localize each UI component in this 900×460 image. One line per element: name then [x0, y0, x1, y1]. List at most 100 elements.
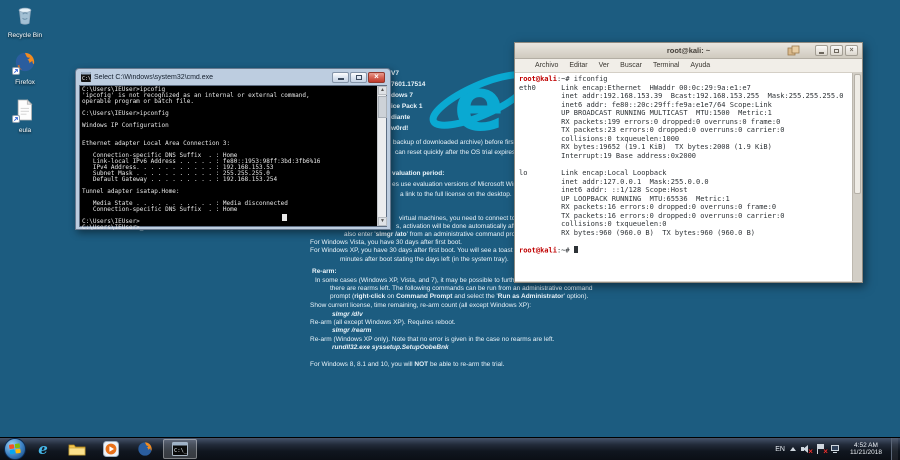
kali-terminal-text: root@kali:~# ifconfigeth0 Link encap:Eth… [519, 75, 851, 281]
desktop-icon-label: Firefox [2, 79, 48, 86]
wallpaper-text-line: prompt (right-click on Command Prompt an… [330, 293, 588, 300]
package-icon [787, 45, 800, 57]
folder-icon [68, 442, 86, 456]
maximize-button[interactable] [830, 45, 843, 56]
desktop-icon-label: Recycle Bin [2, 32, 48, 39]
wallpaper-text-line: valuation period: [392, 170, 444, 177]
taskbar-cmd-active[interactable]: C:\_ [163, 439, 197, 459]
cmd-icon: C:\ [81, 72, 91, 82]
wallpaper-text-line: minutes after boot stating the days left… [340, 256, 509, 263]
internet-explorer-icon: e [38, 442, 48, 457]
terminal-line [519, 237, 851, 246]
wallpaper-text-line: can reset quickly after the OS trial exp… [395, 149, 517, 156]
volume-muted-icon[interactable]: × [801, 444, 811, 454]
taskbar-media-player[interactable] [94, 438, 128, 460]
menu-item-ver[interactable]: Ver [599, 62, 610, 69]
wallpaper-text-line: slmgr /dlv [332, 311, 363, 318]
menu-item-terminal[interactable]: Terminal [653, 62, 679, 69]
terminal-line: RX bytes:19652 (19.1 KiB) TX bytes:2008 … [519, 143, 851, 152]
cmd-titlebar[interactable]: C:\ Select C:\Windows\system32\cmd.exe × [79, 69, 387, 85]
taskbar-clock[interactable]: 4:52 AM 11/21/2018 [846, 442, 886, 457]
scroll-down-button[interactable]: ▼ [378, 217, 387, 226]
wallpaper-text-line: For Windows XP, you have 30 days after f… [310, 247, 527, 254]
start-button[interactable] [4, 438, 26, 460]
terminal-line: Interrupt:19 Base address:0x2000 [519, 152, 851, 161]
kali-terminal[interactable]: root@kali:~# ifconfigeth0 Link encap:Eth… [515, 73, 862, 281]
clock-date: 11/21/2018 [850, 449, 882, 457]
svg-text:C:\_: C:\_ [174, 448, 188, 454]
terminal-line: root@kali:~# ifconfig [519, 75, 851, 84]
cmd-window: C:\ Select C:\Windows\system32\cmd.exe ×… [75, 68, 391, 230]
firefox-icon [137, 441, 153, 457]
show-desktop-button[interactable] [891, 438, 898, 460]
show-hidden-icons-caret[interactable] [790, 447, 796, 451]
menu-item-editar[interactable]: Editar [569, 62, 587, 69]
scroll-thumb[interactable] [378, 96, 387, 118]
close-button[interactable]: × [368, 72, 385, 83]
scroll-up-button[interactable]: ▲ [378, 86, 387, 95]
terminal-cursor [574, 246, 579, 254]
wallpaper-text-line: w0rd! [391, 125, 408, 132]
scroll-thumb[interactable] [854, 74, 861, 194]
terminal-line [519, 160, 851, 169]
wallpaper-text-line: Show current license, time remaining, re… [310, 302, 531, 309]
menu-item-ayuda[interactable]: Ayuda [690, 62, 710, 69]
cmd-icon: C:\_ [172, 442, 188, 456]
svg-text:C:\: C:\ [82, 76, 91, 82]
taskbar-windows-explorer[interactable] [60, 438, 94, 460]
media-player-icon [103, 441, 119, 457]
desktop-icon-label: eula [2, 127, 48, 134]
cmd-console-text: C:\Users\IEUser>ipcofig 'ipcofig' is not… [80, 86, 386, 232]
terminal-line: collisions:0 txqueuelen:1000 [519, 135, 851, 144]
wallpaper-text-line: dows 7 [391, 92, 413, 99]
clock-time: 4:52 AM [850, 442, 882, 450]
wallpaper-text-line: there are rearms left. The following com… [330, 285, 593, 292]
terminal-line: root@kali:~# [519, 246, 851, 255]
menu-item-buscar[interactable]: Buscar [620, 62, 642, 69]
wallpaper-text-line: backup of downloaded archive) before fir… [393, 139, 521, 146]
action-center-alert-icon[interactable]: × [816, 444, 826, 454]
kali-scrollbar[interactable] [852, 73, 862, 281]
terminal-line: UP BROADCAST RUNNING MULTICAST MTU:1500 … [519, 109, 851, 118]
network-icon[interactable] [831, 444, 841, 454]
taskbar: e C:\_ [0, 437, 900, 460]
taskbar-firefox[interactable] [128, 438, 162, 460]
maximize-button[interactable] [350, 72, 367, 83]
terminal-line: RX packets:16 errors:0 dropped:0 overrun… [519, 203, 851, 212]
wallpaper-text-line: Re-arm (all except Windows XP). Requires… [310, 319, 456, 326]
terminal-line: collisions:0 txqueuelen:0 [519, 220, 851, 229]
wallpaper-text-line: rundll32.exe syssetup.SetupOobeBnk [332, 344, 449, 351]
wallpaper-text-line: also enter 'slmgr /ato' from an administ… [344, 231, 534, 238]
minimize-button[interactable] [332, 72, 349, 83]
terminal-line: RX bytes:960 (960.0 B) TX bytes:960 (960… [519, 229, 851, 238]
desktop-icon-eula[interactable]: eula [2, 99, 48, 134]
wallpaper-text-line: 7601.17514 [391, 81, 425, 88]
menu-item-archivo[interactable]: Archivo [535, 62, 558, 69]
close-button[interactable]: × [845, 45, 858, 56]
wallpaper-text-line: a link to the full license on the deskto… [400, 191, 512, 198]
kali-titlebar[interactable]: root@kali: ~ × [515, 43, 862, 59]
kali-menubar: Archivo Editar Ver Buscar Terminal Ayuda [515, 59, 862, 73]
language-indicator[interactable]: EN [775, 446, 785, 453]
wallpaper-text-line: virtual machines, you need to connect to… [399, 215, 530, 222]
shortcut-arrow-icon [12, 115, 20, 123]
desktop-icon-recycle-bin[interactable]: Recycle Bin [2, 4, 48, 39]
taskbar-internet-explorer[interactable]: e [26, 438, 60, 460]
terminal-line: TX packets:23 errors:0 dropped:0 overrun… [519, 126, 851, 135]
terminal-line: inet addr:127.0.0.1 Mask:255.0.0.0 [519, 178, 851, 187]
terminal-line: UP LOOPBACK RUNNING MTU:65536 Metric:1 [519, 195, 851, 204]
terminal-line: inet6 addr: ::1/128 Scope:Host [519, 186, 851, 195]
wallpaper-text-line: ice Pack 1 [391, 103, 422, 110]
cmd-console[interactable]: C:\Users\IEUser>ipcofig 'ipcofig' is not… [79, 85, 387, 227]
wallpaper-text-line: For Windows Vista, you have 30 days afte… [310, 239, 462, 246]
shortcut-arrow-icon [12, 67, 20, 75]
windows-flag-icon [9, 443, 21, 455]
wallpaper-text-line: Re-arm: [312, 268, 337, 275]
terminal-line: lo Link encap:Local Loopback [519, 169, 851, 178]
wallpaper-text-line: slmgr /rearm [332, 327, 371, 334]
recycle-bin-icon [14, 4, 36, 26]
minimize-button[interactable] [815, 45, 828, 56]
cmd-scrollbar[interactable]: ▲ ▼ [377, 86, 386, 226]
desktop-icon-firefox[interactable]: Firefox [2, 51, 48, 86]
wallpaper-text-line: V7 [391, 70, 399, 77]
